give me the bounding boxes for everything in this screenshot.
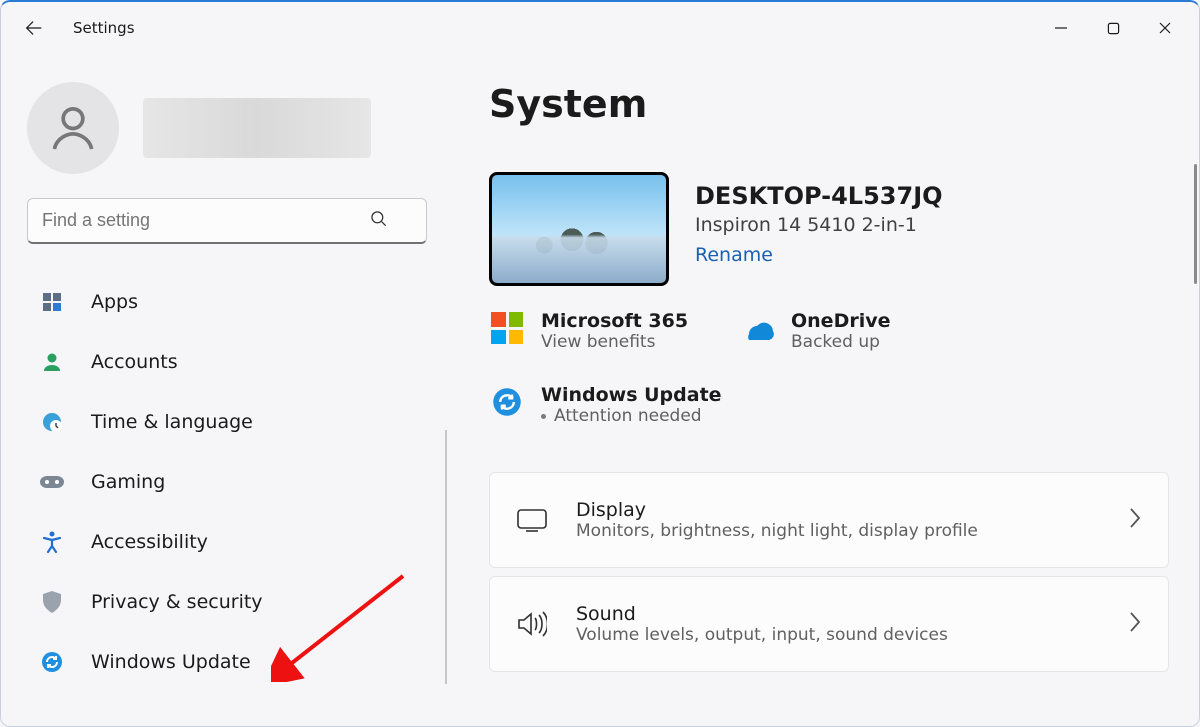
onedrive-icon — [739, 310, 775, 346]
sidebar-item-accounts[interactable]: Accounts — [27, 332, 433, 392]
sidebar-item-label: Windows Update — [91, 651, 251, 673]
apps-icon — [39, 289, 65, 315]
page-title: System — [489, 82, 1169, 126]
status-sub: Backed up — [791, 332, 891, 352]
scrollbar[interactable] — [1194, 164, 1197, 284]
sidebar-item-time-language[interactable]: Time & language — [27, 392, 433, 452]
person-icon — [45, 100, 101, 156]
sidebar-item-label: Accounts — [91, 351, 178, 373]
maximize-icon — [1107, 22, 1120, 35]
arrow-left-icon — [23, 17, 45, 39]
device-name: DESKTOP-4L537JQ — [695, 182, 943, 210]
sidebar-item-apps[interactable]: Apps — [27, 272, 433, 332]
search-input[interactable] — [27, 198, 427, 244]
minimize-button[interactable] — [1035, 8, 1087, 48]
globe-clock-icon — [39, 409, 65, 435]
close-button[interactable] — [1139, 8, 1191, 48]
status-title: OneDrive — [791, 310, 891, 332]
sidebar-item-privacy-security[interactable]: Privacy & security — [27, 572, 433, 632]
sidebar-item-accessibility[interactable]: Accessibility — [27, 512, 433, 572]
search-wrap — [27, 198, 433, 244]
accounts-icon — [39, 349, 65, 375]
shield-icon — [39, 589, 65, 615]
gaming-icon — [39, 469, 65, 495]
settings-cards: Display Monitors, brightness, night ligh… — [489, 472, 1169, 672]
card-sub: Monitors, brightness, night light, displ… — [576, 521, 1100, 541]
status-sub: View benefits — [541, 332, 688, 352]
sidebar-scroll-indicator — [445, 430, 447, 684]
card-title: Display — [576, 499, 1100, 521]
app-title: Settings — [73, 19, 135, 37]
card-sound[interactable]: Sound Volume levels, output, input, soun… — [489, 576, 1169, 672]
search-icon — [369, 209, 389, 233]
sidebar-item-gaming[interactable]: Gaming — [27, 452, 433, 512]
avatar — [27, 82, 119, 174]
chevron-right-icon — [1128, 611, 1142, 637]
device-row: DESKTOP-4L537JQ Inspiron 14 5410 2-in-1 … — [489, 172, 1169, 286]
status-title: Windows Update — [541, 384, 722, 406]
status-onedrive[interactable]: OneDrive Backed up — [739, 304, 969, 358]
content: System DESKTOP-4L537JQ Inspiron 14 5410 … — [453, 54, 1199, 726]
minimize-icon — [1054, 21, 1068, 35]
profile-block[interactable] — [27, 82, 433, 174]
display-icon — [516, 508, 548, 532]
status-windows-update[interactable]: Windows Update Attention needed — [489, 378, 1169, 432]
back-button[interactable] — [19, 13, 49, 43]
profile-name-redacted — [143, 98, 371, 158]
sidebar-item-label: Apps — [91, 291, 138, 313]
nav-list: Apps Accounts Time & language Gaming — [27, 272, 433, 692]
status-microsoft365[interactable]: Microsoft 365 View benefits — [489, 304, 719, 358]
close-icon — [1158, 21, 1172, 35]
rename-link[interactable]: Rename — [695, 244, 943, 266]
update-icon — [489, 384, 525, 420]
device-thumbnail[interactable] — [489, 172, 669, 286]
accessibility-icon — [39, 529, 65, 555]
titlebar: Settings — [1, 2, 1199, 54]
sound-icon — [516, 611, 548, 637]
sidebar-item-label: Gaming — [91, 471, 165, 493]
chevron-right-icon — [1128, 507, 1142, 533]
card-title: Sound — [576, 603, 1100, 625]
status-row: Microsoft 365 View benefits OneDrive Bac… — [489, 304, 1169, 432]
update-icon — [39, 649, 65, 675]
card-display[interactable]: Display Monitors, brightness, night ligh… — [489, 472, 1169, 568]
microsoft-logo-icon — [489, 310, 525, 346]
sidebar: Apps Accounts Time & language Gaming — [1, 54, 453, 726]
device-model: Inspiron 14 5410 2-in-1 — [695, 214, 943, 236]
window-controls — [1035, 8, 1191, 48]
card-sub: Volume levels, output, input, sound devi… — [576, 625, 1100, 645]
status-sub: Attention needed — [541, 406, 722, 426]
maximize-button[interactable] — [1087, 8, 1139, 48]
sidebar-item-windows-update[interactable]: Windows Update — [27, 632, 433, 692]
sidebar-item-label: Accessibility — [91, 531, 208, 553]
sidebar-item-label: Time & language — [91, 411, 253, 433]
status-title: Microsoft 365 — [541, 310, 688, 332]
sidebar-item-label: Privacy & security — [91, 591, 263, 613]
